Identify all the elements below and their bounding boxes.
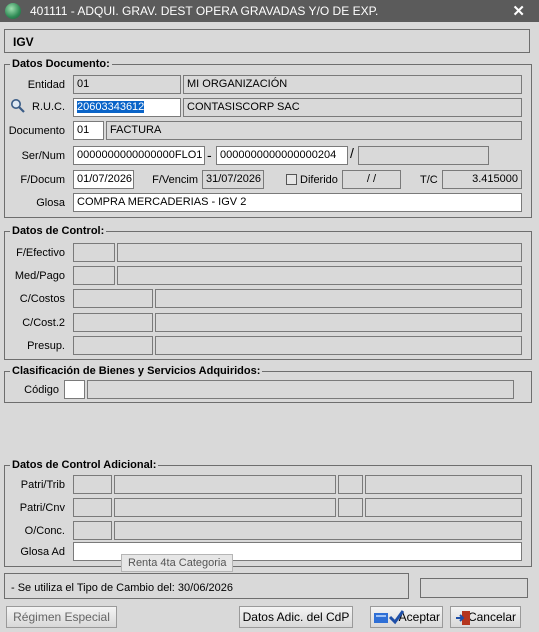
ruc-input[interactable]: 20603343612 — [73, 98, 181, 117]
entidad-label: Entidad — [27, 79, 65, 91]
patritrib-desc2-field — [365, 475, 522, 494]
ccostos-label: C/Costos — [19, 293, 65, 305]
medpago-desc-field — [117, 266, 522, 285]
status-panel: - Se utiliza el Tipo de Cambio del: 30/0… — [4, 573, 409, 599]
tc-label: T/C — [420, 174, 438, 186]
close-icon[interactable]: ✕ — [512, 2, 525, 20]
ccost2-label: C/Cost.2 — [22, 317, 65, 329]
numero-input[interactable]: 0000000000000000204 — [216, 146, 348, 165]
oconc-label: O/Conc. — [24, 525, 65, 537]
presup-code-field[interactable] — [73, 336, 153, 355]
aceptar-button[interactable]: Aceptar — [370, 606, 443, 628]
section-title: IGV — [13, 35, 34, 49]
documento-code-input[interactable]: 01 — [73, 121, 104, 140]
patricnv-label: Patri/Cnv — [19, 502, 65, 514]
control-adicional-legend: Datos de Control Adicional: — [12, 459, 157, 471]
patritrib-code2-field[interactable] — [338, 475, 363, 494]
cancelar-label: Cancelar — [467, 610, 516, 624]
patricnv-desc2-field — [365, 498, 522, 517]
diferido-checkbox[interactable] — [286, 174, 297, 185]
fefectivo-label: F/Efectivo — [16, 247, 65, 259]
presup-label: Presup. — [27, 340, 65, 352]
patritrib-desc-field — [114, 475, 336, 494]
oconc-code-field[interactable] — [73, 521, 112, 540]
codigo-desc-field — [87, 380, 514, 399]
section-header: IGV — [4, 29, 530, 53]
tc-field: 3.415000 — [442, 170, 522, 189]
diferido-label: Diferido — [300, 174, 338, 186]
patricnv-code-field[interactable] — [73, 498, 112, 517]
sernum-slash: / — [350, 145, 354, 161]
diferido-date-field: / / — [342, 170, 401, 189]
ruc-label: R.U.C. — [32, 101, 65, 113]
glosaad-label: Glosa Ad — [20, 546, 65, 558]
entidad-name-field: MI ORGANIZACIÓN — [183, 75, 522, 94]
ccostos-desc-field — [155, 289, 522, 308]
cancelar-button[interactable]: Cancelar — [450, 606, 521, 628]
oconc-desc-field — [114, 521, 522, 540]
patritrib-code-field[interactable] — [73, 475, 112, 494]
numero-extra-field — [358, 146, 489, 165]
ccost2-code-field[interactable] — [73, 313, 153, 332]
exit-icon — [455, 610, 471, 626]
patricnv-desc-field — [114, 498, 336, 517]
status-message: - Se utiliza el Tipo de Cambio del: 30/0… — [11, 582, 233, 594]
aceptar-label: Aceptar — [398, 610, 440, 624]
tooltip: Renta 4ta Categoria — [121, 554, 234, 572]
patritrib-label: Patri/Trib — [20, 479, 65, 491]
ccost2-desc-field — [155, 313, 522, 332]
fdocum-label: F/Docum — [20, 174, 65, 186]
title-bar: 401111 - ADQUI. GRAV. DEST OPERA GRAVADA… — [0, 0, 539, 22]
documento-label: Documento — [8, 125, 65, 137]
fdocum-input[interactable]: 01/07/2026 — [73, 170, 134, 189]
entidad-code-field[interactable]: 01 — [73, 75, 181, 94]
sernum-dash: - — [207, 147, 212, 163]
fefectivo-code-field[interactable] — [73, 243, 115, 262]
glosa-label: Glosa — [36, 197, 65, 209]
datos-documento-legend: Datos Documento: — [12, 58, 110, 70]
medpago-label: Med/Pago — [14, 270, 65, 282]
sernum-label: Ser/Num — [21, 150, 65, 162]
codigo-input[interactable] — [64, 380, 85, 399]
datos-adic-button[interactable]: Datos Adic. del CdP — [239, 606, 353, 628]
ruc-name-field: CONTASISCORP SAC — [183, 98, 522, 117]
serie-input[interactable]: 0000000000000000FLO1 — [73, 146, 205, 165]
search-icon[interactable] — [10, 98, 26, 114]
glosa-input[interactable]: COMPRA MERCADERIAS - IGV 2 — [73, 193, 522, 212]
window-title: 401111 - ADQUI. GRAV. DEST OPERA GRAVADA… — [30, 4, 379, 18]
documento-name-field: FACTURA — [106, 121, 522, 140]
presup-desc-field — [155, 336, 522, 355]
codigo-label: Código — [24, 384, 59, 396]
status-extra-panel — [420, 578, 528, 598]
fefectivo-desc-field — [117, 243, 522, 262]
ruc-value: 20603343612 — [77, 101, 145, 113]
datos-control-legend: Datos de Control: — [12, 225, 105, 237]
fvencim-label: F/Vencim — [152, 174, 198, 186]
app-logo-icon — [5, 3, 21, 19]
ccostos-code-field[interactable] — [73, 289, 153, 308]
patricnv-code2-field[interactable] — [338, 498, 363, 517]
clasificacion-legend: Clasificación de Bienes y Servicios Adqu… — [12, 365, 261, 377]
regimen-especial-button[interactable]: Régimen Especial — [6, 606, 117, 628]
medpago-code-field[interactable] — [73, 266, 115, 285]
fvencim-field: 31/07/2026 — [202, 170, 264, 189]
